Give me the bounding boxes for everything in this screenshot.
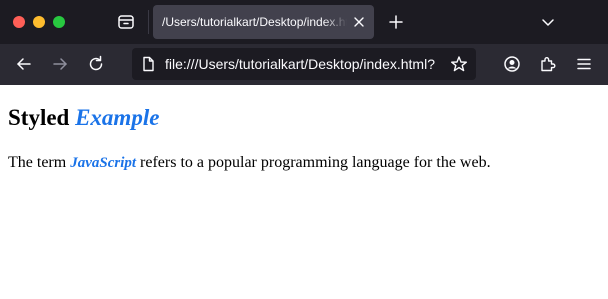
address-bar[interactable]: file:///Users/tutorialkart/Desktop/index… [132,48,476,80]
page-paragraph: The term JavaScript refers to a popular … [8,153,491,173]
star-icon[interactable] [450,55,468,73]
paragraph-suffix: refers to a popular programming language… [136,154,491,171]
tab-strip: /Users/tutorialkart/Desktop/index.html [0,0,608,44]
page-icon[interactable] [140,56,156,72]
tab-separator [148,10,149,34]
navigation-bar: file:///Users/tutorialkart/Desktop/index… [0,44,608,85]
forward-arrow-icon[interactable] [50,54,70,74]
tab-manager-icon[interactable] [116,12,136,32]
page-content: Styled Example The term JavaScript refer… [0,85,608,299]
minimize-window-button[interactable] [33,16,45,28]
close-icon[interactable] [351,14,367,30]
paragraph-emphasis: JavaScript [70,155,137,171]
page-heading: Styled Example [8,104,159,131]
zoom-window-button[interactable] [53,16,65,28]
account-icon[interactable] [502,54,522,74]
heading-emphasis: Example [75,105,160,130]
heading-prefix: Styled [8,105,76,130]
url-text[interactable]: file:///Users/tutorialkart/Desktop/index… [165,56,445,73]
hamburger-menu-icon[interactable] [574,54,594,74]
plus-icon[interactable] [386,12,406,32]
tab-active[interactable]: /Users/tutorialkart/Desktop/index.html [153,5,374,39]
close-window-button[interactable] [13,16,25,28]
paragraph-prefix: The term [8,154,71,171]
tab-title: /Users/tutorialkart/Desktop/index.html [162,15,347,29]
back-arrow-icon[interactable] [14,54,34,74]
chevron-down-icon[interactable] [538,12,558,32]
reload-icon[interactable] [86,54,106,74]
puzzle-icon[interactable] [538,54,558,74]
browser-window: /Users/tutorialkart/Desktop/index.html f… [0,0,608,299]
